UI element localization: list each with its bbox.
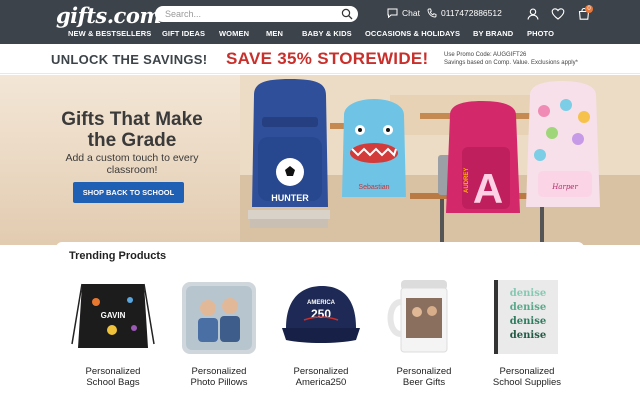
product-label-line1: Personalized [396,366,452,377]
site-header: gifts.com Chat 01174728865​12 0 NEW & BE… [0,0,640,44]
hero-subtitle: Add a custom touch to every classroom! [65,152,199,176]
search-bar[interactable] [155,6,358,22]
backpack-name-sebastian: Sebastian [358,184,389,191]
backpack-name-harper: Harper [551,183,578,191]
search-input[interactable] [165,7,335,21]
heart-icon[interactable] [551,7,565,21]
phone-number: 01174728865​12 [441,8,502,18]
product-label-line2: School Bags [86,377,140,388]
pink-backpack: A AUDREY [446,101,520,213]
promo-disclaimer: Savings based on Comp. Value. Exclusions… [444,60,578,66]
shop-back-to-school-button[interactable]: SHOP BACK TO SCHOOL [73,182,184,203]
nav-occasions-holidays[interactable]: OCCASIONS & HOLIDAYS [365,29,460,38]
promo-save-text: SAVE 35% STOREWIDE! [226,49,429,68]
school-bag-name: GAVIN [101,311,126,320]
nav-by-brand[interactable]: BY BRAND [473,29,513,38]
nav-new-bestsellers[interactable]: NEW & BESTSELLERS [68,29,151,38]
chat-label: Chat [402,8,420,18]
product-card-school-bags[interactable]: GAVIN Personalized School Bags [68,278,158,388]
product-label-line1: Personalized [191,366,247,377]
hero-title: Gifts That Make the Grade [61,109,203,151]
product-label-line2: Beer Gifts [402,377,446,388]
trending-title: Trending Products [69,250,167,262]
nav-men[interactable]: MEN [266,29,283,38]
product-label-school-bags[interactable]: Personalized School Bags [58,366,168,388]
desk-leg [440,199,444,245]
heart-backpack: Harper [526,81,600,207]
photo-pillow-image[interactable] [174,278,264,356]
notebook-name-3: denise [510,316,546,327]
product-label-line1: Personalized [499,366,555,377]
cap-text-250: 250 [311,307,331,321]
backpack-name-audrey: AUDREY [464,168,470,193]
backpack-name-hunter: HUNTER [271,193,309,203]
chat-icon [387,8,398,18]
promo-code-text: Use Promo Code: AUGGIFT26 [444,52,527,58]
notebook-name-2: denise [510,302,546,313]
product-card-photo-pillows[interactable]: Personalized Photo Pillows [174,278,264,388]
notebook-name-4: denise [510,330,546,341]
hero-banner: Gifts That Make the Grade Add a custom t… [0,75,640,245]
product-label-line2: America250 [295,377,347,388]
product-card-america250[interactable]: AMERICA 250 Personalized America250 [276,278,366,388]
site-logo[interactable]: gifts.com [56,3,162,28]
phone-link[interactable]: 01174728865​12 [427,8,502,18]
phone-icon [427,8,437,18]
product-label-line2: Photo Pillows [190,377,248,388]
blue-backpack: HUNTER [252,79,328,207]
america250-cap-image[interactable]: AMERICA 250 [276,278,366,356]
nav-women[interactable]: WOMEN [219,29,249,38]
promo-unlock-text: UNLOCK THE SAVINGS! [51,52,208,67]
shark-backpack: Sebastian [342,99,406,197]
product-label-school-supplies[interactable]: Personalized School Supplies [472,366,582,388]
main-nav: NEW & BESTSELLERS GIFT IDEAS WOMEN MEN B… [0,29,640,43]
cart-count-badge: 0 [585,5,593,13]
product-label-america250[interactable]: Personalized America250 [266,366,376,388]
product-label-line1: Personalized [85,366,141,377]
product-card-beer-gifts[interactable]: Personalized Beer Gifts [379,278,469,388]
nav-baby-kids[interactable]: BABY & KIDS [302,29,352,38]
search-icon[interactable] [341,8,353,20]
chat-link[interactable]: Chat [387,8,420,18]
beer-stein-image[interactable] [379,278,469,356]
notebook-image[interactable]: denise denise denise denise [482,278,572,356]
school-bag-image[interactable]: GAVIN [68,278,158,356]
product-card-school-supplies[interactable]: denise denise denise denise Personalized… [482,278,572,388]
product-label-line2: School Supplies [492,377,562,388]
product-label-photo-pillows[interactable]: Personalized Photo Pillows [164,366,274,388]
account-icon[interactable] [526,7,540,21]
nav-gift-ideas[interactable]: GIFT IDEAS [162,29,205,38]
hero-backpacks-image[interactable]: HUNTER Sebastian A AUDREY Harper [240,75,640,245]
nav-photo[interactable]: PHOTO [527,29,554,38]
cap-text-america: AMERICA [307,300,336,306]
notebook-name-1: denise [510,288,546,299]
trending-products-section: Trending Products GAVIN Personalized Sch… [56,242,584,400]
book-stack [248,210,330,219]
backpack-letter: A [473,165,503,212]
product-label-line1: Personalized [293,366,349,377]
product-label-beer-gifts[interactable]: Personalized Beer Gifts [369,366,479,388]
book-stack [250,219,328,228]
promo-banner[interactable]: UNLOCK THE SAVINGS! SAVE 35% STOREWIDE! … [0,44,640,74]
